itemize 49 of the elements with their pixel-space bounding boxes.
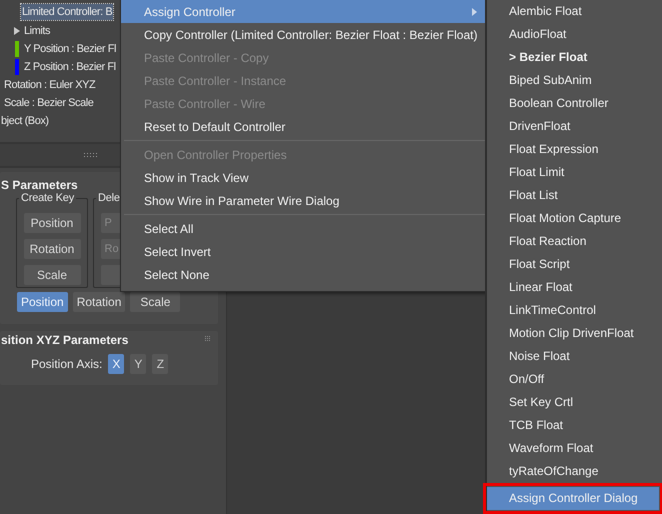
- menu-item[interactable]: Boolean Controller: [487, 92, 659, 115]
- axis-button[interactable]: Z: [152, 354, 168, 374]
- tree-item[interactable]: Limited Controller: B: [21, 4, 114, 20]
- menu-item[interactable]: Motion Clip DrivenFloat: [487, 322, 659, 345]
- menu-item[interactable]: Copy Controller (Limited Controller: Bezier Float : Bezier Float): [121, 23, 485, 46]
- rollout-title[interactable]: S Parameters: [1, 178, 78, 192]
- rollout-title[interactable]: sition XYZ Parameters: [1, 333, 128, 347]
- menu-item[interactable]: Float Expression: [487, 138, 659, 161]
- tree-item[interactable]: Z Position : Bezier Fl: [23, 59, 117, 75]
- menu-item[interactable]: Set Key Crtl: [487, 391, 659, 414]
- menu-item[interactable]: Biped SubAnim: [487, 69, 659, 92]
- tree-item[interactable]: Y Position : Bezier Fl: [23, 41, 117, 57]
- menu-item[interactable]: Select Invert: [121, 240, 485, 263]
- group-title: Dele: [96, 192, 122, 204]
- submenu-arrow-icon: [472, 8, 477, 16]
- menu-item[interactable]: Float Limit: [487, 161, 659, 184]
- menu-item[interactable]: Reset to Default Controller: [121, 115, 485, 138]
- tree-item[interactable]: Scale : Bezier Scale: [3, 95, 94, 111]
- menu-item[interactable]: Noise Float: [487, 345, 659, 368]
- menu-item[interactable]: TCB Float: [487, 414, 659, 437]
- tree-item[interactable]: bject (Box): [0, 113, 50, 129]
- menu-item[interactable]: > Bezier Float: [487, 46, 659, 69]
- mode-button[interactable]: Rotation: [72, 292, 126, 312]
- menu-item[interactable]: Select None: [121, 263, 485, 286]
- menu-item[interactable]: AudioFloat: [487, 23, 659, 46]
- menu-item[interactable]: Show in Track View: [121, 166, 485, 189]
- menu-item[interactable]: Float List: [487, 184, 659, 207]
- axis-button[interactable]: Y: [130, 354, 146, 374]
- axis-label: Position Axis:: [31, 357, 102, 371]
- menu-item[interactable]: On/Off: [487, 368, 659, 391]
- menu-item[interactable]: Select All: [121, 217, 485, 240]
- key-button[interactable]: Position: [24, 213, 80, 233]
- menu-item[interactable]: DrivenFloat: [487, 115, 659, 138]
- menu-item[interactable]: Alembic Float: [487, 0, 659, 23]
- menu-item[interactable]: Float Reaction: [487, 230, 659, 253]
- menu-item[interactable]: Float Script: [487, 253, 659, 276]
- menu-item[interactable]: Linear Float: [487, 276, 659, 299]
- menu-item[interactable]: Float Motion Capture: [487, 207, 659, 230]
- expand-arrow-icon[interactable]: [14, 27, 20, 35]
- menu-item[interactable]: LinkTimeControl: [487, 299, 659, 322]
- key-button[interactable]: Rotation: [24, 239, 80, 259]
- menu-item[interactable]: Show Wire in Parameter Wire Dialog: [121, 189, 485, 212]
- mode-button[interactable]: Scale: [130, 292, 180, 312]
- group-title: Create Key: [19, 192, 76, 204]
- key-button[interactable]: Scale: [24, 265, 80, 285]
- menu-item[interactable]: Waveform Float: [487, 437, 659, 460]
- tree-item[interactable]: Limits: [23, 23, 52, 39]
- tree-item[interactable]: Rotation : Euler XYZ: [3, 77, 96, 93]
- menu-item[interactable]: tyRateOfChange: [487, 460, 659, 483]
